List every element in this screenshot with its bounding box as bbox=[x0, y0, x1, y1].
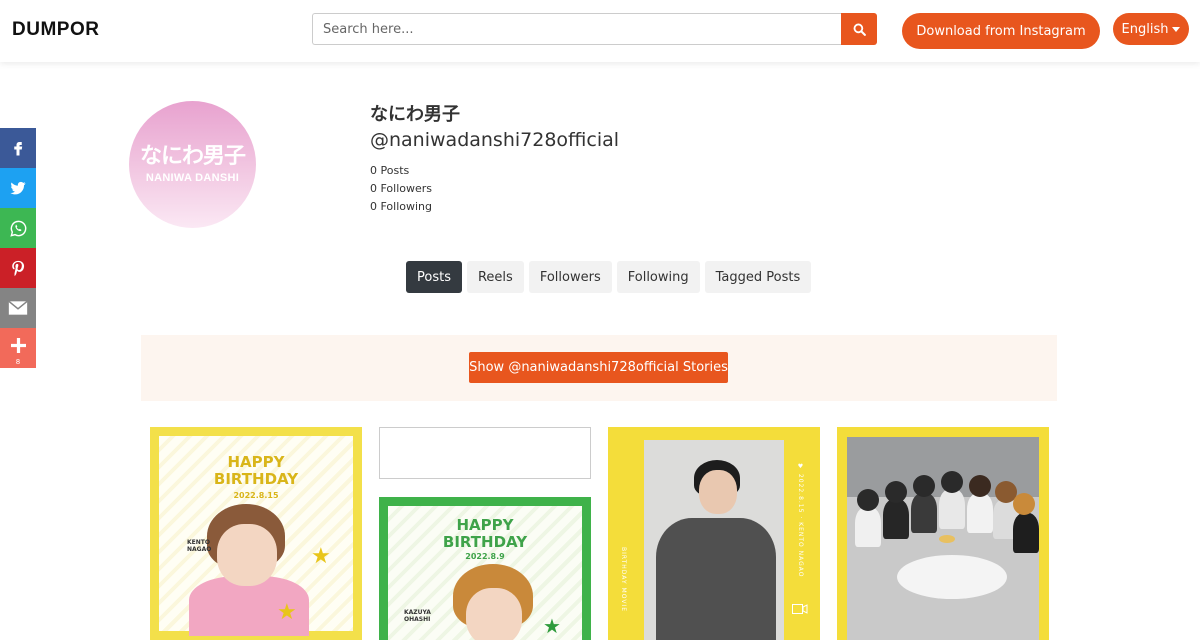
post-person-name: KENTO NAGAO bbox=[187, 539, 212, 554]
person-hair bbox=[885, 481, 907, 503]
person-shirt bbox=[656, 518, 776, 640]
post-thumbnail[interactable] bbox=[837, 427, 1049, 640]
share-email-button[interactable] bbox=[0, 288, 36, 328]
post-thumbnail[interactable]: HAPPY BIRTHDAY 2022.8.9 KAZUYA OHASHI ★ bbox=[379, 497, 591, 640]
person-face bbox=[699, 470, 737, 514]
post-heading: HAPPY BIRTHDAY bbox=[213, 453, 299, 488]
twitter-icon bbox=[10, 181, 26, 195]
share-twitter-button[interactable] bbox=[0, 168, 36, 208]
language-label: English bbox=[1121, 21, 1169, 37]
profile-name: なにわ男子 bbox=[370, 104, 460, 125]
video-icon bbox=[792, 604, 808, 614]
search-icon bbox=[853, 23, 866, 36]
profile-avatar: なにわ男子 NANIWA DANSHI bbox=[129, 101, 256, 228]
chevron-down-icon bbox=[1172, 26, 1181, 32]
post-image: HAPPY BIRTHDAY 2022.8.15 KENTO NAGAO ★ ★ bbox=[159, 436, 353, 636]
share-more-button[interactable]: 8 bbox=[0, 328, 36, 368]
photo-table bbox=[897, 555, 1007, 599]
person-face bbox=[217, 524, 277, 586]
post-image bbox=[847, 437, 1039, 640]
person-shirt bbox=[855, 507, 881, 547]
person-face bbox=[466, 588, 522, 640]
post-thumbnail[interactable]: BIRTHDAY MOVIE ♥ 2022.8.15 · KENTO NAGAO bbox=[608, 427, 820, 640]
post-person-name: KAZUYA OHASHI bbox=[404, 609, 431, 624]
post-date: 2022.8.15 bbox=[233, 491, 279, 500]
pinterest-icon bbox=[12, 260, 25, 277]
post-heading: HAPPY BIRTHDAY bbox=[442, 516, 528, 551]
person-shirt bbox=[939, 489, 965, 529]
tab-reels[interactable]: Reels bbox=[466, 261, 524, 293]
share-pinterest-button[interactable] bbox=[0, 248, 36, 288]
person-hair bbox=[1013, 493, 1035, 515]
search-button[interactable] bbox=[841, 13, 877, 45]
avatar-logo-jp: なにわ男子 bbox=[139, 143, 246, 169]
star-icon: ★ bbox=[277, 600, 297, 625]
profile-handle: @naniwadanshi728official bbox=[370, 129, 620, 151]
language-dropdown[interactable]: English bbox=[1113, 13, 1189, 45]
profile-tabs: Posts Reels Followers Following Tagged P… bbox=[406, 261, 816, 293]
tab-tagged-posts[interactable]: Tagged Posts bbox=[704, 261, 812, 293]
person-shirt bbox=[911, 493, 937, 533]
email-icon bbox=[8, 300, 28, 315]
post-side-text-right: ♥ 2022.8.15 · KENTO NAGAO bbox=[797, 463, 804, 578]
site-logo[interactable]: DUMPOR bbox=[12, 19, 99, 41]
posts-count: 0 Posts bbox=[370, 164, 410, 177]
avatar-logo-en: NANIWA DANSHI bbox=[145, 171, 240, 184]
top-header: DUMPOR Download from Instagram English bbox=[0, 0, 1200, 62]
post-side-text-left: BIRTHDAY MOVIE bbox=[620, 547, 627, 612]
post-image bbox=[644, 440, 784, 640]
download-instagram-button[interactable]: Download from Instagram bbox=[902, 13, 1100, 49]
person-shirt bbox=[967, 493, 993, 533]
following-count: 0 Following bbox=[370, 200, 433, 213]
tab-following[interactable]: Following bbox=[616, 261, 700, 293]
person-shirt bbox=[883, 499, 909, 539]
share-count: 8 bbox=[15, 358, 21, 366]
whatsapp-icon bbox=[9, 220, 26, 237]
tab-followers[interactable]: Followers bbox=[528, 261, 612, 293]
share-whatsapp-button[interactable] bbox=[0, 208, 36, 248]
person-shirt bbox=[1013, 513, 1039, 553]
followers-count: 0 Followers bbox=[370, 182, 433, 195]
post-date: 2022.8.9 bbox=[465, 552, 505, 561]
post-placeholder[interactable] bbox=[379, 427, 591, 479]
post-image: HAPPY BIRTHDAY 2022.8.9 KAZUYA OHASHI ★ bbox=[388, 506, 582, 640]
facebook-icon bbox=[14, 142, 23, 156]
person-hair bbox=[913, 475, 935, 497]
tab-posts[interactable]: Posts bbox=[406, 261, 462, 293]
person-hair bbox=[969, 475, 991, 497]
star-icon: ★ bbox=[543, 614, 561, 638]
share-facebook-button[interactable] bbox=[0, 128, 36, 168]
share-sidebar: 8 bbox=[0, 128, 36, 368]
star-icon: ★ bbox=[311, 544, 331, 569]
show-stories-button[interactable]: Show @naniwadanshi728official Stories bbox=[469, 352, 728, 383]
person-hair bbox=[857, 489, 879, 511]
plus-icon bbox=[10, 337, 26, 353]
search-input[interactable] bbox=[312, 13, 841, 45]
photo-cake bbox=[939, 535, 955, 543]
person-hair bbox=[941, 471, 963, 493]
post-thumbnail[interactable]: HAPPY BIRTHDAY 2022.8.15 KENTO NAGAO ★ ★ bbox=[150, 427, 362, 640]
search-bar bbox=[312, 13, 877, 45]
